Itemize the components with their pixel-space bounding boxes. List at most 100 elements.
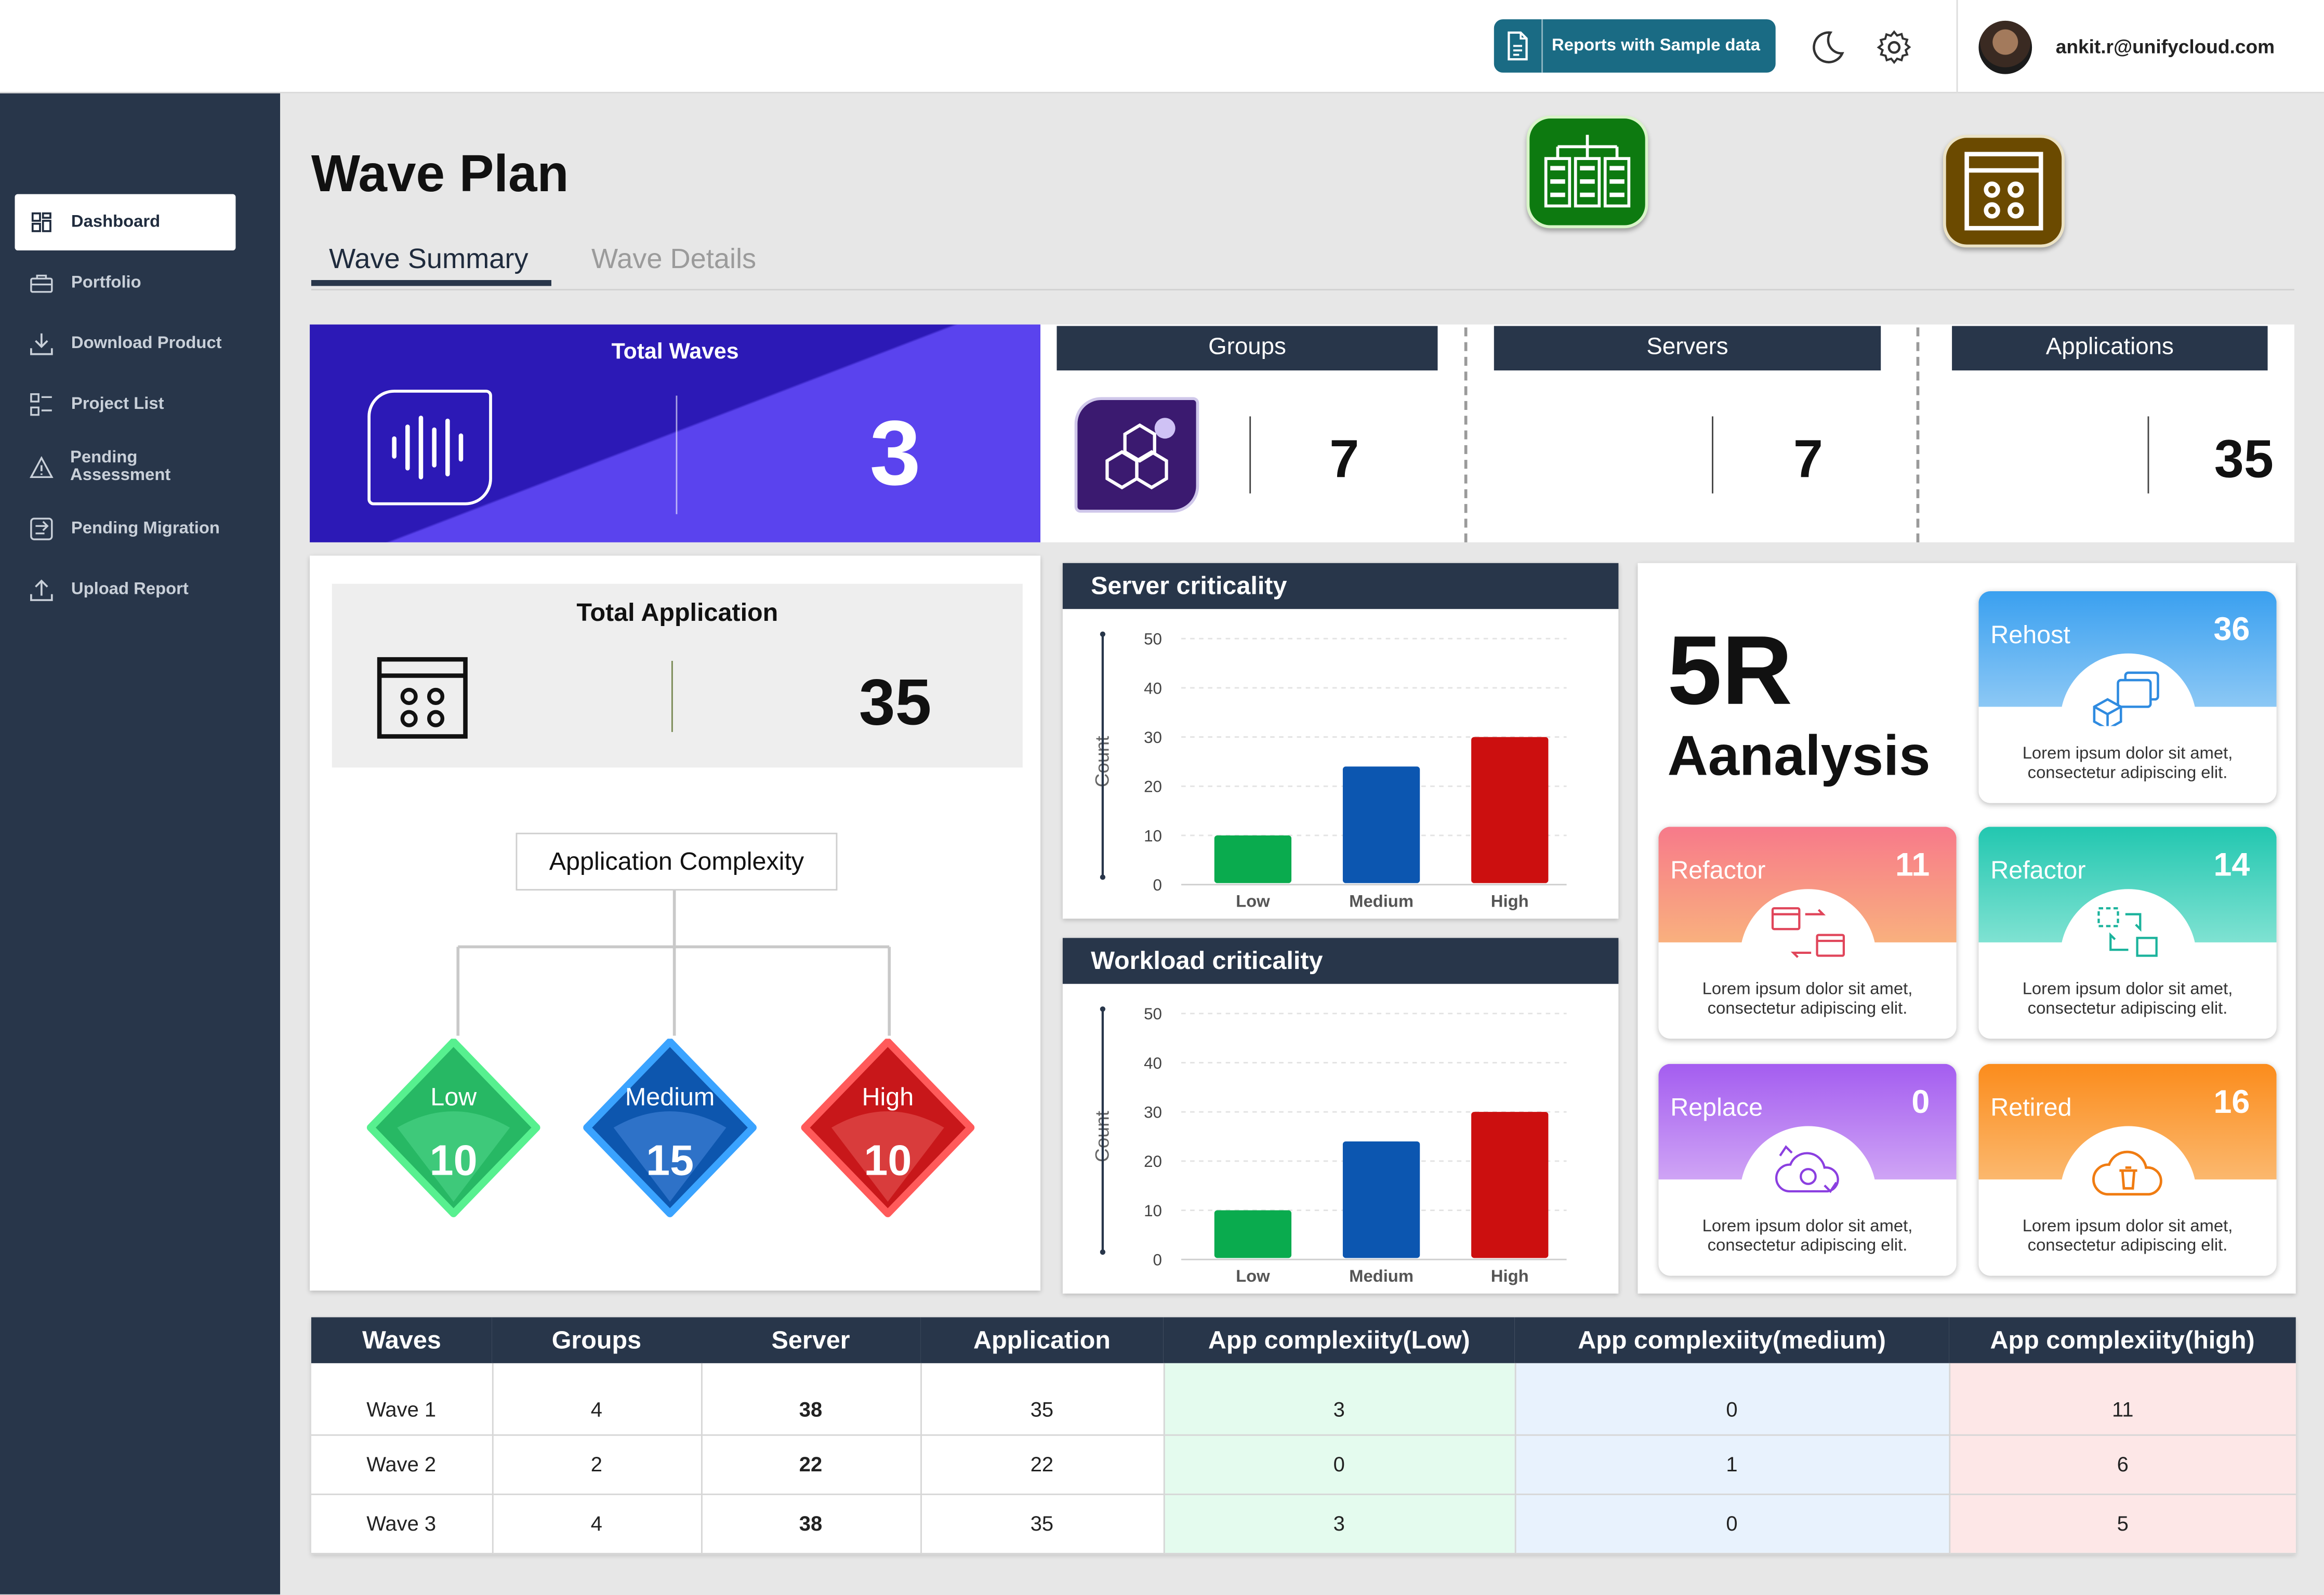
rcard-desc-line1: Lorem ipsum dolor sit amet, [2022,1218,2233,1236]
table-row[interactable]: Wave 1 4 38 35 3 0 11 [311,1363,2296,1436]
rcard-count: 11 [1895,846,1930,883]
y-tick-label: 10 [1144,827,1162,845]
sidebar-item-pending-assessment[interactable]: Pending Assessment [15,438,236,495]
table-cell: 1 [1514,1434,1950,1495]
sidebar-item-dashboard[interactable]: Dashboard [15,194,236,250]
rcard-name: Refactor [1670,856,1766,885]
complexity-low-label: Low [430,1083,477,1111]
rcard-retired[interactable]: Retired 16 Lorem ipsum dolor sit amet, co… [1978,1064,2277,1276]
complexity-medium-label: Medium [625,1083,715,1111]
rcard-name: Retired [1990,1093,2072,1122]
rcard-rehost[interactable]: Rehost 36 Lorem ipsum dolor sit amet, con… [1978,591,2277,803]
table-cell: 2 [492,1434,702,1495]
workload-criticality-panel: Workload criticality Count01020304050Low… [1062,938,1619,1294]
refactor-alt-icon [2088,904,2168,963]
y-tick-label: 30 [1144,1104,1162,1122]
sound-wave-icon [367,390,492,506]
table-row[interactable]: Wave 3 4 38 35 3 0 5 [311,1493,2296,1554]
column-header: Waves [311,1317,492,1363]
sidebar-item-upload-report[interactable]: Upload Report [15,562,236,618]
table-cell: 4 [492,1363,702,1436]
rcard-desc-line1: Lorem ipsum dolor sit amet, [1702,1218,1913,1236]
divider [676,395,678,514]
summary-stats-card: Groups 7 Servers 7 Applications 35 [1040,324,2294,542]
rcard-desc-line2: consectetur adipiscing elit. [1707,1237,1908,1255]
table-cell: 22 [920,1434,1165,1495]
five-r-title: 5R [1667,615,1793,725]
table-cell: Wave 2 [311,1434,493,1495]
rcard-name: Replace [1670,1093,1763,1122]
sidebar-item-label: Upload Report [71,580,189,599]
complexity-low-value: 10 [429,1138,478,1186]
rcard-desc-line1: Lorem ipsum dolor sit amet, [2022,745,2233,763]
sidebar-item-portfolio[interactable]: Portfolio [15,255,236,311]
user-profile[interactable]: ankit.r@unifycloud.com [1956,0,2324,94]
rcard-desc-line2: consectetur adipiscing elit. [1707,1000,1908,1018]
column-header: App complexiity(medium) [1514,1317,1949,1363]
portfolio-icon [28,270,55,296]
server-criticality-title: Server criticality [1062,563,1619,609]
divider [2147,416,2149,494]
tab-divider [311,289,2294,290]
y-tick-label: 40 [1144,1054,1162,1072]
bar-low [1214,835,1292,883]
page-title: Wave Plan [311,145,569,203]
y-axis-end-dot [1100,874,1106,880]
y-tick-label: 0 [1153,876,1162,894]
sidebar-item-label: Pending Migration [71,520,220,538]
workload-criticality-title: Workload criticality [1062,938,1619,984]
table-row[interactable]: Wave 2 2 22 22 0 1 6 [311,1434,2296,1495]
rehost-icon [2088,668,2168,727]
tab-wave-summary[interactable]: Wave Summary [311,245,551,286]
application-window-icon [1943,135,2065,248]
workload-criticality-chart: Count01020304050LowMediumHigh [1091,1005,1567,1285]
reports-sample-data-button[interactable]: Reports with Sample data [1494,19,1776,73]
dark-mode-moon-icon[interactable] [1805,26,1847,68]
sidebar-item-label: Pending Assessment [70,449,171,485]
rcard-desc: Lorem ipsum dolor sit amet, consectetur a… [1658,981,1956,1019]
servers-header: Servers [1494,326,1881,370]
divider [1464,327,1468,542]
five-r-subtitle: Aanalysis [1667,726,1931,789]
column-header: Server [701,1317,921,1363]
rcard-desc-line1: Lorem ipsum dolor sit amet, [2022,981,2233,999]
table-cell: 4 [492,1493,702,1554]
column-header: Groups [492,1317,701,1363]
total-application-panel: Total Application 35 Application Complex… [310,555,1041,1291]
table-cell: 0 [1514,1493,1950,1554]
rcard-count: 16 [2213,1083,2250,1121]
table-cell: 3 [1163,1363,1516,1436]
rcard-refactor[interactable]: Refactor 11 Lorem ipsum dolor sit amet, c… [1658,827,1957,1039]
y-tick-label: 20 [1144,778,1162,796]
retired-icon [2088,1141,2168,1200]
download-icon [28,330,55,357]
y-axis-end-dot [1100,1249,1106,1255]
table-cell: 6 [1949,1434,2296,1495]
column-header: App complexiity(Low) [1163,1317,1515,1363]
settings-gear-icon[interactable] [1873,26,1915,68]
y-tick-label: 20 [1144,1152,1162,1171]
applications-value: 35 [2214,428,2274,489]
y-tick-label: 0 [1153,1251,1162,1269]
complexity-medium-diamond: Medium 15 [581,1038,759,1231]
table-cell: Wave 3 [311,1493,493,1554]
y-tick-label: 30 [1144,728,1162,747]
sidebar-item-download-product[interactable]: Download Product [15,315,236,371]
rcard-desc: Lorem ipsum dolor sit amet, consectetur a… [1658,1218,1956,1256]
x-tick-label: Low [1236,891,1270,910]
table-cell: 0 [1163,1434,1516,1495]
rcard-refactor-2[interactable]: Refactor 14 Lorem ipsum dolor sit amet, c… [1978,827,2277,1039]
complexity-high-value: 10 [864,1138,912,1186]
bar-medium [1342,1141,1420,1258]
tab-wave-details[interactable]: Wave Details [591,245,756,286]
total-waves-card: Total Waves 3 [310,324,1041,542]
sidebar-item-pending-migration[interactable]: Pending Migration [15,501,236,557]
rcard-desc: Lorem ipsum dolor sit amet, consectetur a… [1978,981,2276,1019]
rcard-desc-line2: consectetur adipiscing elit. [2027,764,2228,782]
divider [1916,327,1920,542]
sidebar-item-project-list[interactable]: Project List [15,376,236,432]
avatar [1978,20,2032,74]
rcard-count: 36 [2213,610,2250,648]
divider [1712,416,1713,494]
rcard-replace[interactable]: Replace 0 Lorem ipsum dolor sit amet, con… [1658,1064,1957,1276]
